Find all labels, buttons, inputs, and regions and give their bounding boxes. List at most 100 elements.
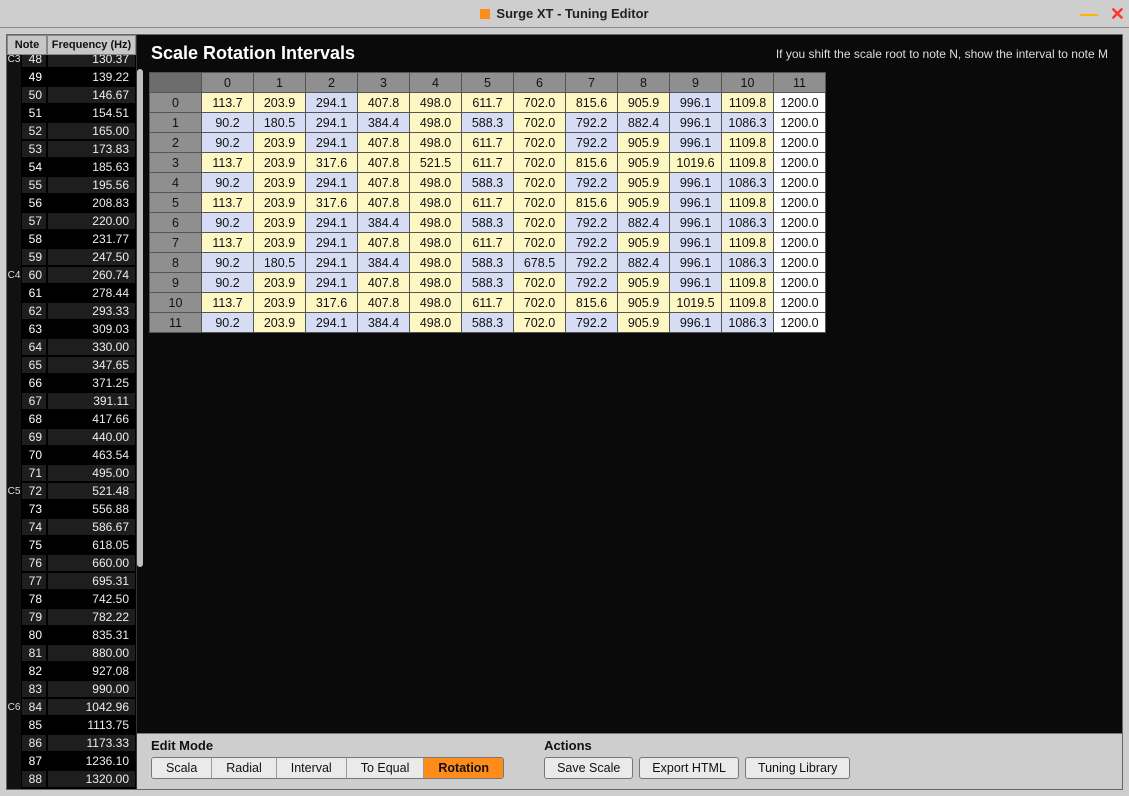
matrix-cell: 882.4 (618, 253, 670, 273)
note-number: 50 (21, 86, 47, 104)
note-row[interactable]: 871236.10 (7, 752, 136, 770)
matrix-cell: 294.1 (306, 253, 358, 273)
note-row[interactable]: 53173.83 (7, 140, 136, 158)
matrix-cell: 294.1 (306, 93, 358, 113)
note-row[interactable]: 63309.03 (7, 320, 136, 338)
note-row[interactable]: 78742.50 (7, 590, 136, 608)
matrix-cell: 203.9 (254, 293, 306, 313)
note-row[interactable]: 851113.75 (7, 716, 136, 734)
note-row[interactable]: 77695.31 (7, 572, 136, 590)
note-frequency: 309.03 (47, 320, 136, 338)
scroll-indicator[interactable] (137, 69, 143, 567)
note-row[interactable]: 82927.08 (7, 662, 136, 680)
matrix-cell: 1086.3 (722, 253, 774, 273)
note-row[interactable]: 71495.00 (7, 464, 136, 482)
note-number: 56 (21, 194, 47, 212)
octave-label: C5 (7, 482, 21, 500)
note-row[interactable]: 891390.62 (7, 788, 136, 789)
note-rows-scroll[interactable]: C348130.3749139.2250146.6751154.5152165.… (7, 55, 136, 789)
note-row[interactable]: 58231.77 (7, 230, 136, 248)
mode-rotation-button[interactable]: Rotation (424, 758, 503, 778)
matrix-cell: 1086.3 (722, 113, 774, 133)
note-row[interactable]: C348130.37 (7, 55, 136, 68)
note-row[interactable]: C572521.48 (7, 482, 136, 500)
matrix-row-header: 11 (150, 313, 202, 333)
minimize-button[interactable]: — (1080, 4, 1098, 25)
mode-scala-button[interactable]: Scala (152, 758, 212, 778)
matrix-row-header: 3 (150, 153, 202, 173)
note-row[interactable]: 75618.05 (7, 536, 136, 554)
note-row[interactable]: 76660.00 (7, 554, 136, 572)
note-row[interactable]: C460260.74 (7, 266, 136, 284)
matrix-cell: 1109.8 (722, 93, 774, 113)
note-number: 76 (21, 554, 47, 572)
octave-label (7, 428, 21, 446)
octave-label (7, 554, 21, 572)
note-row[interactable]: 83990.00 (7, 680, 136, 698)
matrix-cell: 792.2 (566, 213, 618, 233)
note-row[interactable]: 51154.51 (7, 104, 136, 122)
note-row[interactable]: 61278.44 (7, 284, 136, 302)
matrix-cell: 1109.8 (722, 133, 774, 153)
note-number: 59 (21, 248, 47, 266)
note-row[interactable]: 881320.00 (7, 770, 136, 788)
note-row[interactable]: 79782.22 (7, 608, 136, 626)
note-row[interactable]: 66371.25 (7, 374, 136, 392)
matrix-cell: 702.0 (514, 113, 566, 133)
matrix-cell: 1200.0 (774, 133, 826, 153)
mode-interval-button[interactable]: Interval (277, 758, 347, 778)
mode-radial-button[interactable]: Radial (212, 758, 276, 778)
note-row[interactable]: 80835.31 (7, 626, 136, 644)
mode-toequal-button[interactable]: To Equal (347, 758, 425, 778)
note-number: 51 (21, 104, 47, 122)
note-row[interactable]: 62293.33 (7, 302, 136, 320)
octave-label (7, 644, 21, 662)
note-row[interactable]: 64330.00 (7, 338, 136, 356)
note-row[interactable]: 73556.88 (7, 500, 136, 518)
matrix-cell: 90.2 (202, 213, 254, 233)
note-row[interactable]: 74586.67 (7, 518, 136, 536)
matrix-cell: 113.7 (202, 93, 254, 113)
note-row[interactable]: 70463.54 (7, 446, 136, 464)
note-frequency: 1042.96 (47, 698, 136, 716)
bottom-bar: Edit Mode Scala Radial Interval To Equal… (137, 733, 1122, 789)
note-row[interactable]: 69440.00 (7, 428, 136, 446)
matrix-cell: 203.9 (254, 313, 306, 333)
matrix-cell: 498.0 (410, 253, 462, 273)
note-row[interactable]: 68417.66 (7, 410, 136, 428)
matrix-cell: 90.2 (202, 133, 254, 153)
note-row[interactable]: 49139.22 (7, 68, 136, 86)
note-row[interactable]: 54185.63 (7, 158, 136, 176)
matrix-cell: 90.2 (202, 113, 254, 133)
note-row[interactable]: 81880.00 (7, 644, 136, 662)
note-row[interactable]: C6841042.96 (7, 698, 136, 716)
close-button[interactable]: ✕ (1110, 4, 1125, 25)
note-frequency: 782.22 (47, 608, 136, 626)
note-number: 81 (21, 644, 47, 662)
note-row[interactable]: 55195.56 (7, 176, 136, 194)
matrix-cell: 611.7 (462, 133, 514, 153)
tuning-library-button[interactable]: Tuning Library (745, 757, 850, 779)
matrix-cell: 588.3 (462, 213, 514, 233)
note-row[interactable]: 59247.50 (7, 248, 136, 266)
note-row[interactable]: 56208.83 (7, 194, 136, 212)
octave-label (7, 230, 21, 248)
note-row[interactable]: 52165.00 (7, 122, 136, 140)
octave-label (7, 338, 21, 356)
note-frequency: 742.50 (47, 590, 136, 608)
note-row[interactable]: 65347.65 (7, 356, 136, 374)
note-row[interactable]: 861173.33 (7, 734, 136, 752)
matrix-cell: 996.1 (670, 233, 722, 253)
export-html-button[interactable]: Export HTML (639, 757, 739, 779)
note-number: 73 (21, 500, 47, 518)
note-row[interactable]: 57220.00 (7, 212, 136, 230)
octave-label (7, 572, 21, 590)
matrix-cell: 498.0 (410, 93, 462, 113)
save-scale-button[interactable]: Save Scale (544, 757, 633, 779)
note-number: 77 (21, 572, 47, 590)
matrix-cell: 180.5 (254, 253, 306, 273)
note-row[interactable]: 67391.11 (7, 392, 136, 410)
note-row[interactable]: 50146.67 (7, 86, 136, 104)
octave-label (7, 374, 21, 392)
matrix-cell: 294.1 (306, 213, 358, 233)
